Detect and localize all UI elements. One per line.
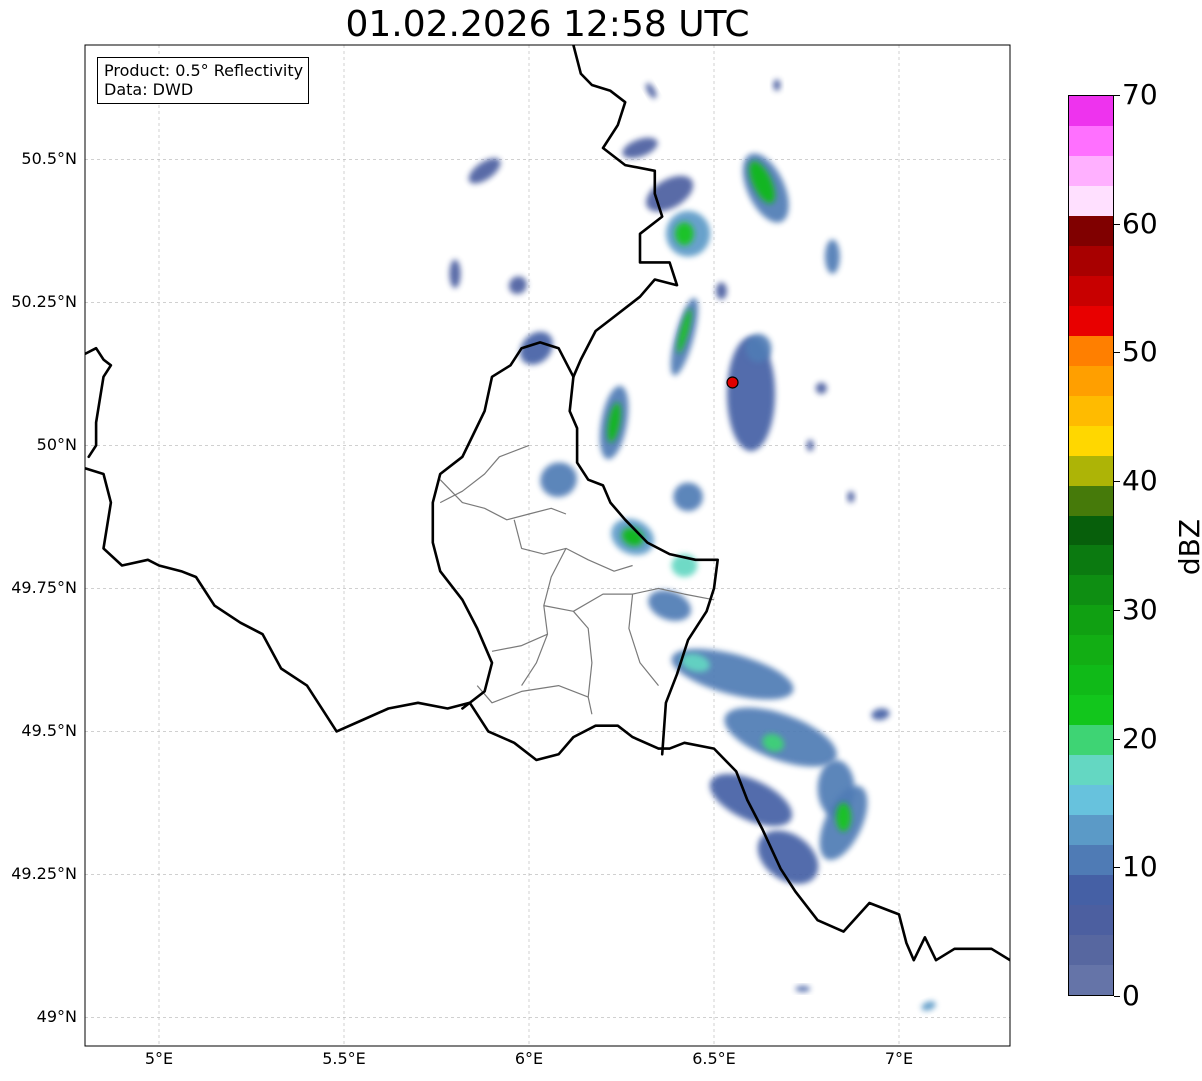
- colorbar-segment: [1069, 905, 1113, 936]
- product-label: Product: 0.5° Reflectivity: [104, 61, 304, 80]
- colorbar-segment: [1069, 425, 1113, 456]
- colorbar-tick-mark: [1114, 609, 1120, 611]
- colorbar-segment: [1069, 575, 1113, 606]
- country-border: [85, 466, 1010, 962]
- radar-echoes: [449, 79, 936, 1011]
- colorbar-segment: [1069, 155, 1113, 186]
- colorbar-tick-mark: [1114, 352, 1120, 354]
- colorbar-segment: [1069, 845, 1113, 876]
- colorbar-segment: [1069, 965, 1113, 995]
- y-tick-label: 49.25°N: [11, 864, 77, 884]
- radar-site: [726, 376, 739, 389]
- colorbar-segment: [1069, 185, 1113, 216]
- gridlines: [85, 45, 1010, 1046]
- colorbar-tick-label: 60: [1122, 206, 1158, 240]
- radar-echo: [622, 137, 658, 159]
- radar-echo: [468, 158, 501, 184]
- colorbar-segment: [1069, 545, 1113, 576]
- colorbar-segment: [1069, 815, 1113, 846]
- colorbar-segment: [1069, 335, 1113, 366]
- colorbar-segment: [1069, 875, 1113, 906]
- colorbar-segment: [1069, 365, 1113, 396]
- colorbar-tick-label: 40: [1122, 464, 1158, 498]
- colorbar-tick-label: 50: [1122, 335, 1158, 369]
- radar-echo: [921, 1001, 936, 1011]
- colorbar-label: dBZ: [1173, 518, 1202, 576]
- colorbar-tick-label: 30: [1122, 592, 1158, 626]
- radar-echo: [836, 802, 851, 832]
- y-tick-label: 49°N: [36, 1007, 77, 1027]
- data-source-label: Data: DWD: [104, 80, 194, 99]
- colorbar-segment: [1069, 485, 1113, 516]
- colorbar-tick-label: 70: [1122, 78, 1158, 111]
- colorbar-tick-mark: [1114, 481, 1120, 483]
- country-borders: [85, 45, 1010, 962]
- x-tick-label: 6.5°E: [692, 1049, 736, 1068]
- colorbar-segment: [1069, 515, 1113, 546]
- radar-echo: [773, 79, 781, 91]
- province-boundaries: [439, 444, 715, 715]
- radar-map: [84, 44, 1011, 1047]
- colorbar-tick-label: 20: [1122, 721, 1158, 755]
- radar-echo: [806, 439, 814, 452]
- y-tick-label: 49.75°N: [11, 578, 77, 598]
- colorbar-segment: [1069, 305, 1113, 336]
- radar-echo: [508, 276, 527, 295]
- radar-echo: [715, 282, 727, 300]
- colorbar-segment: [1069, 395, 1113, 426]
- radar-echo: [675, 222, 694, 246]
- colorbar-segment: [1069, 785, 1113, 816]
- colorbar-segment: [1069, 455, 1113, 486]
- colorbar-segment: [1069, 935, 1113, 966]
- radar-echo: [847, 491, 855, 503]
- radar-echo: [673, 482, 703, 512]
- radar-echo: [795, 985, 811, 992]
- radar-echo: [540, 462, 577, 498]
- radar-site-marker: [726, 376, 739, 389]
- y-tick-label: 50.5°N: [21, 149, 77, 169]
- x-tick-label: 5°E: [144, 1049, 174, 1068]
- province-boundary: [521, 548, 567, 686]
- product-info-box: Product: 0.5° Reflectivity Data: DWD: [97, 57, 310, 104]
- colorbar-tick-label: 0: [1122, 979, 1140, 1012]
- colorbar-tick-mark: [1114, 95, 1120, 96]
- radar-echo: [871, 708, 890, 721]
- y-tick-label: 50.25°N: [11, 292, 77, 312]
- radar-echo: [709, 773, 793, 827]
- colorbar-segment: [1069, 245, 1113, 276]
- radar-echo: [815, 382, 827, 394]
- colorbar-segment: [1069, 695, 1113, 726]
- province-boundary: [476, 684, 589, 704]
- colorbar-segment: [1069, 125, 1113, 156]
- country-border: [431, 341, 575, 710]
- province-boundary: [491, 633, 548, 652]
- radar-echo: [825, 239, 840, 274]
- radar-echo: [757, 830, 819, 884]
- colorbar-tick-mark: [1114, 738, 1120, 740]
- colorbar-segment: [1069, 755, 1113, 786]
- colorbar-tick-mark: [1114, 223, 1120, 225]
- y-tick-label: 49.5°N: [21, 721, 77, 741]
- x-tick-label: 5.5°E: [322, 1049, 366, 1068]
- x-tick-label: 7°E: [884, 1049, 914, 1068]
- colorbar-segment: [1069, 605, 1113, 636]
- colorbar-segment: [1069, 275, 1113, 306]
- x-tick-label: 6°E: [514, 1049, 544, 1068]
- colorbar-segment: [1069, 725, 1113, 756]
- radar-echo: [645, 83, 657, 99]
- country-border: [85, 346, 113, 459]
- colorbar-tick-mark: [1114, 996, 1120, 997]
- colorbar-segment: [1069, 96, 1113, 126]
- radar-echo: [745, 333, 772, 363]
- colorbar-tick-mark: [1114, 867, 1120, 869]
- colorbar-tick-label: 10: [1122, 850, 1158, 884]
- dbz-colorbar: [1068, 95, 1114, 996]
- map-frame: [84, 44, 1011, 1047]
- colorbar-segment: [1069, 635, 1113, 666]
- y-tick-label: 50°N: [36, 435, 77, 455]
- colorbar-segment: [1069, 215, 1113, 246]
- province-boundary: [572, 610, 593, 715]
- colorbar-segment: [1069, 665, 1113, 696]
- radar-echo: [449, 259, 461, 289]
